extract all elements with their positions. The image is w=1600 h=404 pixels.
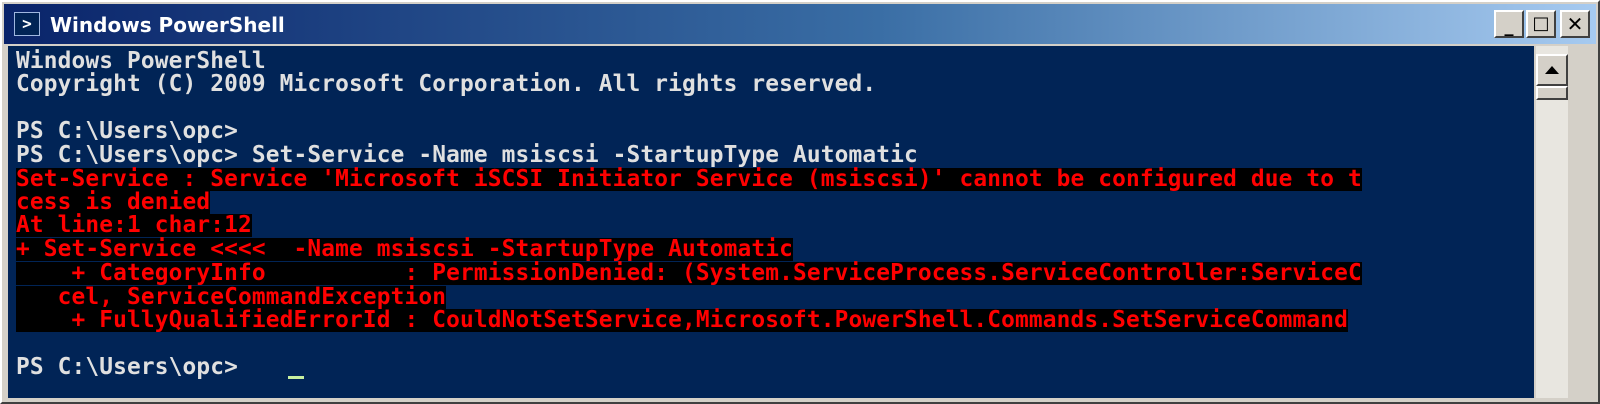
- prompt-line: PS C:\Users\opc>: [16, 354, 252, 380]
- error-line: + FullyQualifiedErrorId : CouldNotSetSer…: [16, 307, 1348, 333]
- scroll-up-button[interactable]: [1536, 54, 1568, 86]
- console-line: Windows PowerShell: [16, 48, 266, 74]
- arrow-up-icon: [1545, 66, 1559, 74]
- maximize-button[interactable]: □: [1526, 10, 1556, 38]
- powershell-window: > Windows PowerShell _ □ ✕ Windows Power…: [0, 0, 1600, 404]
- console-line: PS C:\Users\opc>: [16, 118, 238, 144]
- title-bar[interactable]: > Windows PowerShell _ □ ✕: [4, 4, 1596, 44]
- window-title: Windows PowerShell: [50, 13, 285, 37]
- error-line: Set-Service : Service 'Microsoft iSCSI I…: [16, 166, 1362, 192]
- error-line: cess is denied: [16, 189, 211, 215]
- error-line: cel, ServiceCommandException: [16, 284, 447, 310]
- minimize-button[interactable]: _: [1494, 10, 1524, 38]
- powershell-icon[interactable]: >: [14, 12, 40, 36]
- console-line: Copyright (C) 2009 Microsoft Corporation…: [16, 71, 877, 97]
- console-output[interactable]: Windows PowerShell Copyright (C) 2009 Mi…: [8, 46, 1534, 398]
- console-line: PS C:\Users\opc> Set-Service -Name msisc…: [16, 142, 918, 168]
- text-cursor: [288, 376, 304, 379]
- error-line: + Set-Service <<<< -Name msiscsi -Startu…: [16, 236, 793, 262]
- scrollbar-thumb[interactable]: [1536, 86, 1568, 100]
- vertical-scrollbar[interactable]: [1536, 46, 1568, 398]
- close-button[interactable]: ✕: [1560, 10, 1590, 38]
- error-line: At line:1 char:12: [16, 212, 252, 238]
- error-line: + CategoryInfo : PermissionDenied: (Syst…: [16, 260, 1362, 286]
